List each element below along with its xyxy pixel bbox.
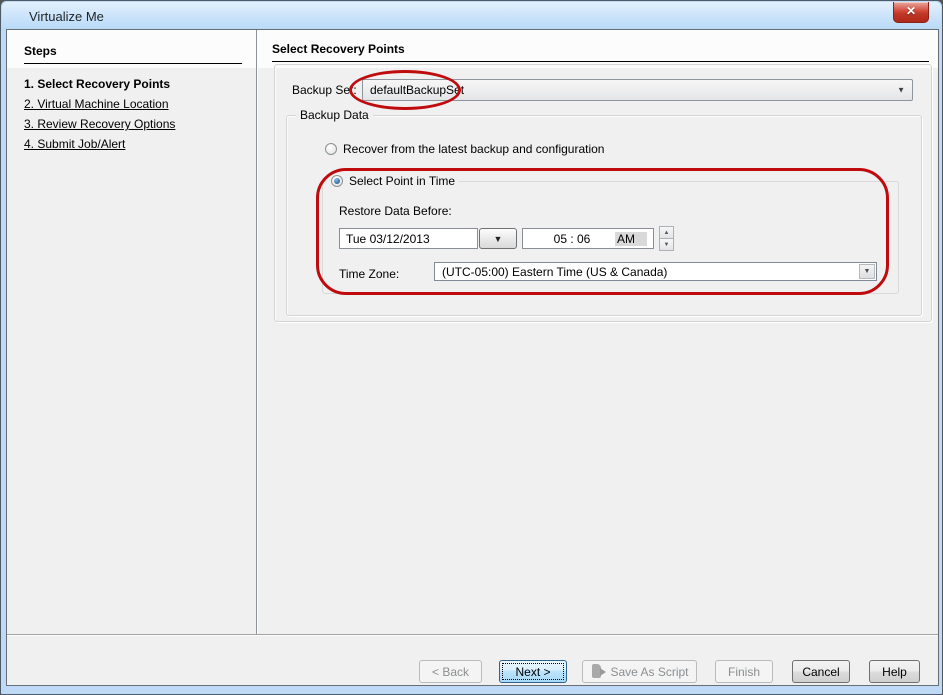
radio-recover-latest[interactable]: Recover from the latest backup and confi… xyxy=(325,142,604,156)
chevron-down-icon: ▼ xyxy=(494,234,503,244)
step-submit-job-alert[interactable]: 4. Submit Job/Alert xyxy=(24,138,248,150)
backup-data-legend: Backup Data xyxy=(296,108,373,122)
spinner-down-button[interactable]: ▼ xyxy=(659,239,674,251)
main-header-band: Select Recovery Points xyxy=(258,30,938,68)
finish-button[interactable]: Finish xyxy=(715,660,773,683)
button-bar: < Back Next > Save As Script Finish Canc… xyxy=(7,634,938,687)
dialog-content: Steps 1. Select Recovery Points 2. Virtu… xyxy=(6,29,939,686)
main-panel: Select Recovery Points Backup Set: defau… xyxy=(258,30,938,634)
steps-list: 1. Select Recovery Points 2. Virtual Mac… xyxy=(24,78,248,158)
ampm-segment[interactable]: AM xyxy=(615,232,647,246)
time-value: 05 : 06 xyxy=(529,232,615,246)
backup-data-group: Backup Data Recover from the latest back… xyxy=(286,115,922,316)
recovery-points-group: Backup Set: defaultBackupSet ▼ Backup Da… xyxy=(274,64,932,322)
chevron-down-icon: ▼ xyxy=(897,86,905,95)
virtualize-me-dialog: Virtualize Me ✕ Steps 1. Select Recovery… xyxy=(0,0,943,695)
close-button[interactable]: ✕ xyxy=(893,2,929,23)
step-virtual-machine-location[interactable]: 2. Virtual Machine Location xyxy=(24,98,248,110)
save-as-script-label: Save As Script xyxy=(610,665,688,679)
backup-set-label: Backup Set: xyxy=(292,83,357,97)
date-input[interactable]: Tue 03/12/2013 xyxy=(339,228,478,249)
date-value: Tue 03/12/2013 xyxy=(346,232,430,246)
spinner-up-button[interactable]: ▲ xyxy=(659,226,674,239)
close-icon: ✕ xyxy=(906,4,916,18)
page-title: Select Recovery Points xyxy=(272,42,929,62)
date-dropdown-button[interactable]: ▼ xyxy=(479,228,517,249)
window-title: Virtualize Me xyxy=(29,9,104,24)
title-bar[interactable]: Virtualize Me ✕ xyxy=(2,2,941,29)
step-review-recovery-options[interactable]: 3. Review Recovery Options xyxy=(24,118,248,130)
timezone-label: Time Zone: xyxy=(339,267,399,281)
timezone-dropdown-button[interactable]: ▼ xyxy=(859,264,875,279)
timezone-value: (UTC-05:00) Eastern Time (US & Canada) xyxy=(442,265,667,279)
radio-selected-icon[interactable] xyxy=(331,175,343,187)
time-input[interactable]: 05 : 06 AM xyxy=(522,228,654,249)
back-button-label: < Back xyxy=(432,665,469,679)
time-spinner: ▲ ▼ xyxy=(659,226,674,251)
help-button[interactable]: Help xyxy=(869,660,920,683)
point-in-time-group: Select Point in Time Restore Data Before… xyxy=(322,181,899,294)
radio-recover-latest-label: Recover from the latest backup and confi… xyxy=(343,142,604,156)
next-button[interactable]: Next > xyxy=(499,660,567,683)
down-arrow-icon: ▼ xyxy=(664,242,670,248)
cancel-button[interactable]: Cancel xyxy=(792,660,850,683)
steps-sidebar: Steps 1. Select Recovery Points 2. Virtu… xyxy=(7,30,257,634)
steps-header-band: Steps xyxy=(7,30,256,68)
steps-heading: Steps xyxy=(24,44,242,64)
up-arrow-icon: ▲ xyxy=(664,230,670,236)
radio-point-in-time-label: Select Point in Time xyxy=(349,174,455,188)
cancel-button-label: Cancel xyxy=(802,665,839,679)
backup-set-combobox[interactable]: defaultBackupSet ▼ xyxy=(362,79,913,101)
help-button-label: Help xyxy=(882,665,907,679)
timezone-combobox[interactable]: (UTC-05:00) Eastern Time (US & Canada) ▼ xyxy=(434,262,877,281)
step-select-recovery-points: 1. Select Recovery Points xyxy=(24,78,248,90)
radio-unselected-icon[interactable] xyxy=(325,143,337,155)
script-icon xyxy=(590,664,605,679)
back-button[interactable]: < Back xyxy=(419,660,482,683)
radio-point-in-time[interactable]: Select Point in Time xyxy=(327,174,459,188)
restore-before-label: Restore Data Before: xyxy=(339,204,452,218)
backup-set-value: defaultBackupSet xyxy=(370,83,464,97)
next-button-label: Next > xyxy=(515,665,550,679)
save-as-script-button[interactable]: Save As Script xyxy=(582,660,697,683)
chevron-down-icon: ▼ xyxy=(864,268,871,275)
finish-button-label: Finish xyxy=(728,665,760,679)
